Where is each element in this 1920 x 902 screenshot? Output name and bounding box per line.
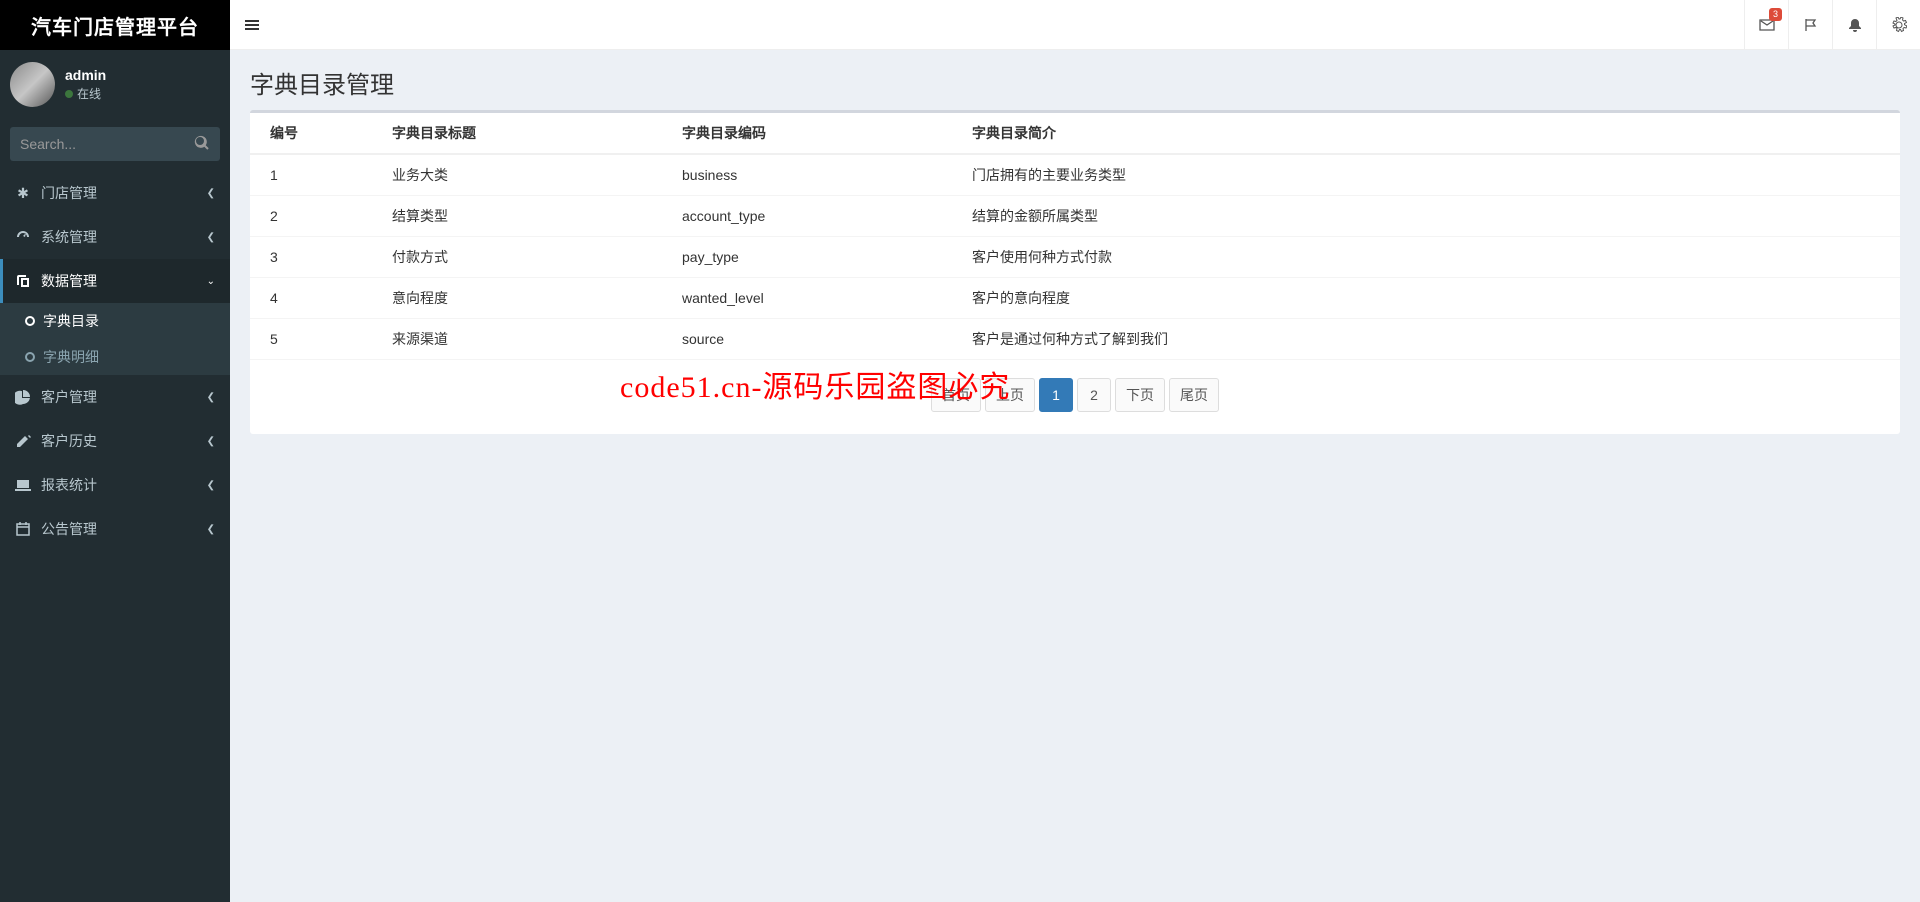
cell-desc: 客户的意向程度	[960, 278, 1900, 319]
chevron-left-icon: ❮	[207, 188, 215, 199]
page-next[interactable]: 下页	[1115, 378, 1165, 412]
cell-id: 3	[250, 237, 380, 278]
col-header-id: 编号	[250, 113, 380, 154]
user-panel[interactable]: admin 在线	[0, 50, 230, 119]
pie-chart-icon	[15, 389, 31, 405]
col-header-title: 字典目录标题	[380, 113, 670, 154]
page-title: 字典目录管理	[250, 65, 1900, 100]
edit-icon	[15, 433, 31, 449]
cell-desc: 门店拥有的主要业务类型	[960, 154, 1900, 196]
cell-desc: 结算的金额所属类型	[960, 196, 1900, 237]
dict-table: 编号 字典目录标题 字典目录编码 字典目录简介 1业务大类business门店拥…	[250, 113, 1900, 360]
table-row[interactable]: 5来源渠道source客户是通过何种方式了解到我们	[250, 319, 1900, 360]
pagination: 首页 上页 1 2 下页 尾页	[250, 360, 1900, 434]
joomla-icon: ✱	[15, 185, 31, 202]
cell-code: source	[670, 319, 960, 360]
copy-icon	[15, 273, 31, 289]
topbar-flag-button[interactable]	[1788, 0, 1832, 49]
cell-title: 结算类型	[380, 196, 670, 237]
chevron-left-icon: ❮	[207, 436, 215, 447]
user-name: admin	[65, 67, 106, 83]
page-prev[interactable]: 上页	[985, 378, 1035, 412]
sidebar-search	[10, 127, 220, 161]
content-header: 字典目录管理	[230, 50, 1920, 110]
chevron-down-icon: ⌄	[207, 276, 215, 287]
col-header-desc: 字典目录简介	[960, 113, 1900, 154]
sidebar-item-system[interactable]: 系统管理❮	[0, 215, 230, 259]
search-icon[interactable]	[194, 135, 210, 154]
chevron-left-icon: ❮	[207, 480, 215, 491]
circle-icon	[25, 316, 35, 326]
cell-desc: 客户是通过何种方式了解到我们	[960, 319, 1900, 360]
main-area: 3 字典目录管理 编号 字典目录标题 字典目录编码 字典目录简介 1业	[230, 0, 1920, 902]
sidebar-item-data[interactable]: 数据管理⌄	[0, 259, 230, 303]
sidebar-subitem-dict-dir[interactable]: 字典目录	[0, 303, 230, 339]
cell-desc: 客户使用何种方式付款	[960, 237, 1900, 278]
online-dot-icon	[65, 90, 73, 98]
topbar-settings-button[interactable]	[1876, 0, 1920, 49]
content-box: 编号 字典目录标题 字典目录编码 字典目录简介 1业务大类business门店拥…	[250, 110, 1900, 434]
sidebar-nav: ✱门店管理❮ 系统管理❮ 数据管理⌄ 字典目录 字典明细 客户管理❮ 客户历史❮…	[0, 171, 230, 551]
table-row[interactable]: 4意向程度wanted_level客户的意向程度	[250, 278, 1900, 319]
sidebar-item-history[interactable]: 客户历史❮	[0, 419, 230, 463]
cell-id: 5	[250, 319, 380, 360]
avatar	[10, 62, 55, 107]
page-first[interactable]: 首页	[931, 378, 981, 412]
search-input[interactable]	[10, 127, 220, 161]
sidebar-item-store[interactable]: ✱门店管理❮	[0, 171, 230, 215]
topbar: 3	[230, 0, 1920, 50]
col-header-code: 字典目录编码	[670, 113, 960, 154]
cell-code: account_type	[670, 196, 960, 237]
table-row[interactable]: 2结算类型account_type结算的金额所属类型	[250, 196, 1900, 237]
cell-code: wanted_level	[670, 278, 960, 319]
cell-title: 来源渠道	[380, 319, 670, 360]
page-last[interactable]: 尾页	[1169, 378, 1219, 412]
table-row[interactable]: 3付款方式pay_type客户使用何种方式付款	[250, 237, 1900, 278]
topbar-mail-button[interactable]: 3	[1744, 0, 1788, 49]
sidebar-subitem-dict-detail[interactable]: 字典明细	[0, 339, 230, 375]
cell-id: 4	[250, 278, 380, 319]
brand-logo[interactable]: 汽车门店管理平台	[0, 0, 230, 50]
sidebar-item-customer[interactable]: 客户管理❮	[0, 375, 230, 419]
cell-id: 1	[250, 154, 380, 196]
dashboard-icon	[15, 229, 31, 245]
topbar-bell-button[interactable]	[1832, 0, 1876, 49]
cell-title: 业务大类	[380, 154, 670, 196]
page-1[interactable]: 1	[1039, 378, 1073, 412]
cell-code: pay_type	[670, 237, 960, 278]
calendar-icon	[15, 521, 31, 537]
sidebar-toggle-button[interactable]	[230, 0, 274, 50]
cell-title: 意向程度	[380, 278, 670, 319]
chevron-left-icon: ❮	[207, 232, 215, 243]
user-status: 在线	[65, 85, 106, 102]
cell-id: 2	[250, 196, 380, 237]
mail-badge: 3	[1769, 8, 1782, 21]
chevron-left-icon: ❮	[207, 524, 215, 535]
sidebar-item-report[interactable]: 报表统计❮	[0, 463, 230, 507]
sidebar: 汽车门店管理平台 admin 在线 ✱门店管理❮ 系统管理❮ 数据管理⌄ 字典目…	[0, 0, 230, 902]
cell-title: 付款方式	[380, 237, 670, 278]
laptop-icon	[15, 477, 31, 493]
sidebar-item-notice[interactable]: 公告管理❮	[0, 507, 230, 551]
page-2[interactable]: 2	[1077, 378, 1111, 412]
cell-code: business	[670, 154, 960, 196]
circle-icon	[25, 352, 35, 362]
chevron-left-icon: ❮	[207, 392, 215, 403]
table-row[interactable]: 1业务大类business门店拥有的主要业务类型	[250, 154, 1900, 196]
